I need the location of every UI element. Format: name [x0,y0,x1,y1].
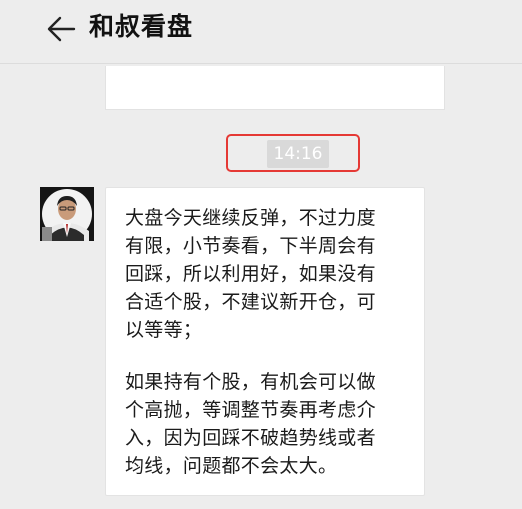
chat-title: 和叔看盘 [89,12,194,41]
message-paragraph: 如果持有个股，有机会可以做 个高抛，等调整节奏再考虑介 入，因为回踩不破趋势线或… [125,371,376,477]
message-bubble[interactable]: 大盘今天继续反弹，不过力度 有限，小节奏看，下半周会有 回踩，所以利用好，如果没… [105,187,425,496]
message-paragraph: 大盘今天继续反弹，不过力度 有限，小节奏看，下半周会有 回踩，所以利用好，如果没… [125,207,376,341]
user-avatar[interactable] [40,187,94,241]
timestamp: 14:16 [267,140,329,168]
avatar-portrait-icon [40,187,94,241]
arrow-left-icon [47,16,76,42]
back-button[interactable] [44,14,80,44]
top-bar: 和叔看盘 [0,0,522,64]
previous-message-bubble[interactable] [105,66,445,110]
